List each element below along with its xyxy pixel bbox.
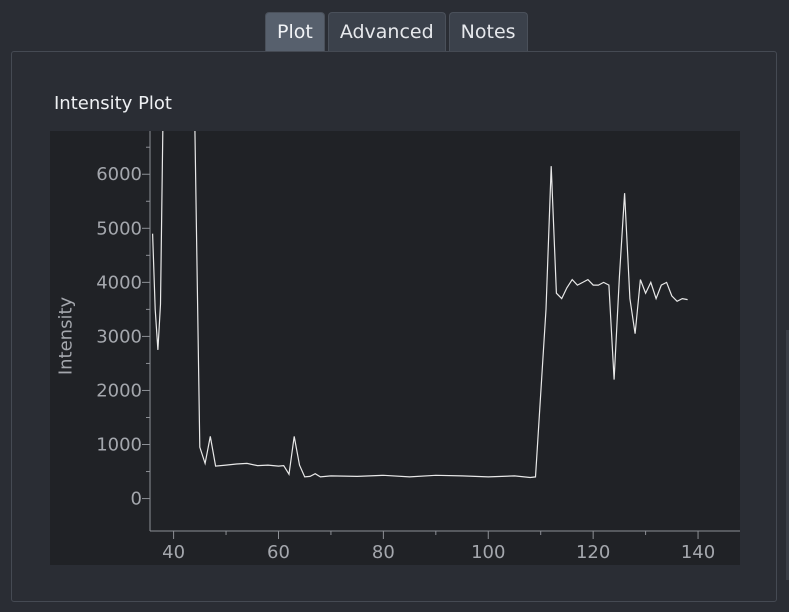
x-tick-label: 120 bbox=[576, 542, 610, 563]
x-tick-label: 80 bbox=[372, 542, 395, 563]
y-tick-label: 2000 bbox=[96, 380, 142, 401]
y-axis: 0 1000 2000 3000 4000 5000 6000 bbox=[96, 146, 150, 510]
tab-plot[interactable]: Plot bbox=[265, 12, 325, 51]
y-tick-label: 5000 bbox=[96, 218, 142, 239]
tab-notes[interactable]: Notes bbox=[448, 12, 528, 51]
y-tick-label: 1000 bbox=[96, 435, 142, 456]
x-axis: 40 60 80 100 120 140 bbox=[162, 531, 715, 563]
x-tick-label: 40 bbox=[162, 542, 185, 563]
plot-area[interactable]: Intensity 0 1000 2000 3000 4000 5000 6000 40 60… bbox=[50, 131, 740, 565]
x-tick-label: 60 bbox=[267, 542, 290, 563]
intensity-line bbox=[152, 131, 688, 479]
plot-panel: Intensity Plot Intensity 0 1000 2000 3000 40… bbox=[11, 51, 777, 602]
panel-title: Intensity Plot bbox=[54, 93, 172, 114]
intensity-chart: Intensity 0 1000 2000 3000 4000 5000 6000 40 60… bbox=[56, 131, 740, 563]
y-tick-label: 6000 bbox=[96, 164, 142, 185]
y-tick-label: 3000 bbox=[96, 326, 142, 347]
tab-bar: Plot Advanced Notes bbox=[265, 12, 528, 51]
y-axis-title: Intensity bbox=[56, 296, 77, 375]
y-tick-label: 4000 bbox=[96, 272, 142, 293]
y-tick-label: 0 bbox=[131, 489, 142, 510]
x-tick-label: 100 bbox=[471, 542, 505, 563]
tab-advanced[interactable]: Advanced bbox=[327, 12, 446, 51]
x-tick-label: 140 bbox=[681, 542, 715, 563]
